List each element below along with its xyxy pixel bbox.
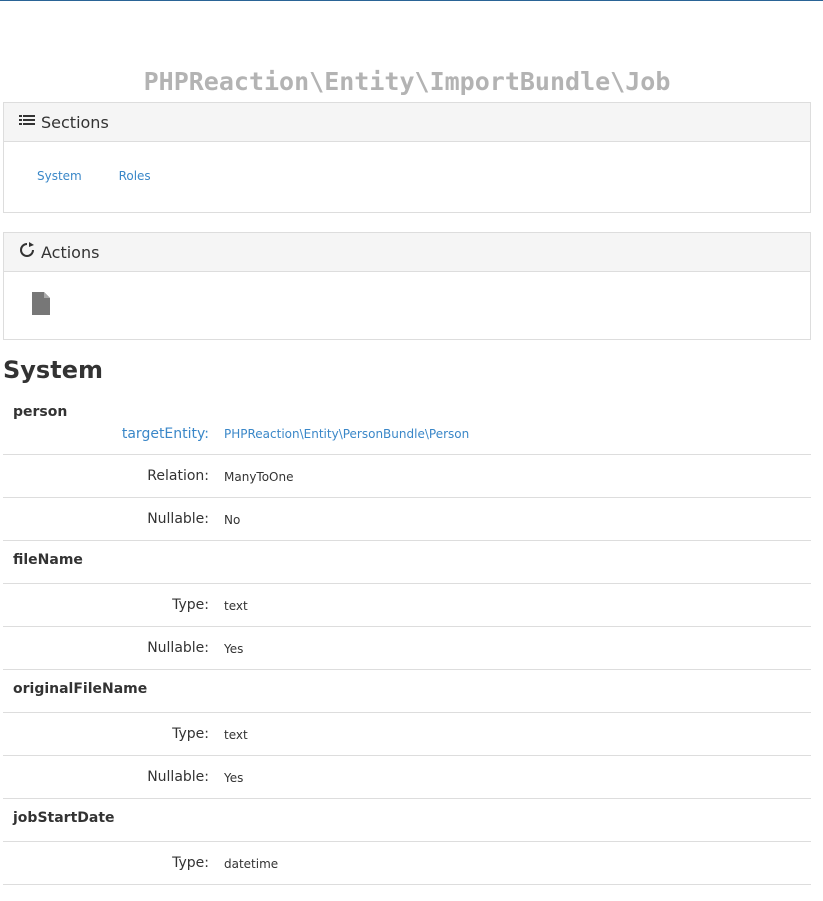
prop-value: No [224, 513, 241, 527]
prop-row: Relation: ManyToOne [3, 455, 811, 498]
field-name: originalFileName [13, 681, 148, 697]
field-name: person [13, 404, 68, 420]
field-row: jobStartDate [3, 799, 811, 842]
top-rule [0, 0, 823, 1]
prop-row: Nullable: Yes [3, 627, 811, 670]
document-icon[interactable] [32, 292, 50, 319]
list-icon [19, 113, 41, 132]
section-links: System Roles [4, 142, 810, 183]
prop-label: Nullable: [147, 640, 209, 656]
prop-label[interactable]: targetEntity: [122, 426, 209, 442]
prop-value: text [224, 599, 248, 613]
system-heading: System [3, 356, 103, 384]
prop-row: Type: text [3, 713, 811, 756]
prop-row: Nullable: Yes [3, 756, 811, 799]
field-row: person targetEntity: PHPReaction\Entity\… [3, 394, 811, 455]
field-name: fileName [13, 552, 83, 568]
field-name: jobStartDate [13, 810, 115, 826]
prop-row: Nullable: No [3, 498, 811, 541]
section-link-system[interactable]: System [37, 169, 82, 183]
sections-panel-header: Sections [4, 103, 810, 142]
prop-value: datetime [224, 857, 279, 871]
actions-panel-header: Actions [4, 233, 810, 272]
prop-value: Yes [224, 642, 244, 656]
field-row: fileName [3, 541, 811, 584]
prop-label: Type: [172, 726, 209, 742]
sections-panel: Sections System Roles [3, 102, 811, 213]
actions-panel: Actions [3, 232, 811, 340]
prop-value: ManyToOne [224, 470, 294, 484]
prop-label: Type: [172, 855, 209, 871]
prop-row: Type: text [3, 584, 811, 627]
actions-title: Actions [41, 242, 100, 262]
prop-label: Nullable: [147, 769, 209, 785]
prop-label: Nullable: [147, 511, 209, 527]
prop-label: Type: [172, 597, 209, 613]
prop-value: Yes [224, 771, 244, 785]
system-fields-table: person targetEntity: PHPReaction\Entity\… [3, 394, 811, 885]
field-row: originalFileName [3, 670, 811, 713]
refresh-icon [19, 242, 41, 262]
prop-row: Type: datetime [3, 842, 811, 885]
section-link-roles[interactable]: Roles [119, 169, 151, 183]
target-entity-link[interactable]: PHPReaction\Entity\PersonBundle\Person [224, 427, 469, 441]
page-title: PHPReaction\Entity\ImportBundle\Job [143, 66, 671, 96]
prop-label: Relation: [147, 468, 209, 484]
sections-title: Sections [41, 112, 109, 132]
prop-value: text [224, 728, 248, 742]
